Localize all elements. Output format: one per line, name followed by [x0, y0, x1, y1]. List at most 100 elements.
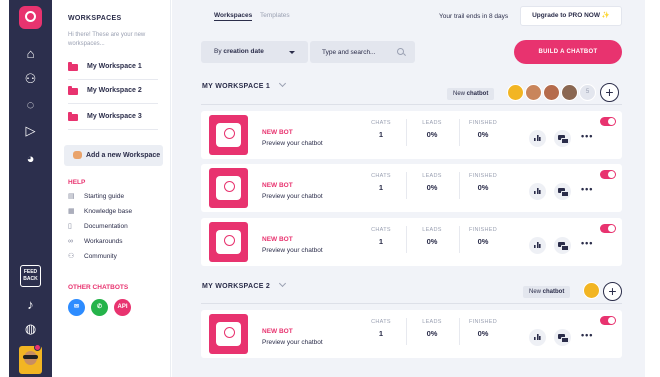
stat-value: 0% — [426, 183, 438, 192]
member-avatar[interactable] — [583, 282, 600, 299]
panel-hint: Hi there! These are your new workspaces.… — [68, 32, 146, 47]
member-avatar[interactable] — [507, 84, 524, 101]
build-chatbot-button[interactable]: BUILD A CHATBOT — [514, 40, 622, 64]
add-workspace-button[interactable]: Add a new Workspace — [64, 145, 163, 166]
folder-icon — [68, 86, 78, 95]
help-item-knowledge-base[interactable]: ▦ Knowledge base — [68, 207, 132, 216]
bot-card[interactable]: NEW BOT Preview your chatbot CHATS 1 LEAD… — [201, 310, 622, 358]
pie-chart-icon[interactable]: ◕ — [22, 150, 39, 167]
chats-stat: CHATS 1 — [353, 227, 409, 246]
stat-value: 0% — [477, 130, 489, 139]
help-item-documentation[interactable]: ▯ Documentation — [68, 222, 128, 231]
bot-preview-link[interactable]: Preview your chatbot — [262, 247, 323, 254]
app-logo[interactable] — [19, 6, 42, 29]
bot-preview-link[interactable]: Preview your chatbot — [262, 193, 323, 200]
member-count-badge[interactable]: 5 — [579, 84, 596, 101]
tab-templates[interactable]: Templates — [260, 12, 290, 19]
sort-dropdown[interactable]: By creation date — [201, 41, 308, 63]
help-item-workarounds[interactable]: ∞ Workarounds — [68, 237, 123, 246]
bot-card[interactable]: NEW BOT Preview your chatbot CHATS 1 LEAD… — [201, 164, 622, 212]
bot-preview-link[interactable]: Preview your chatbot — [262, 339, 323, 346]
tab-workspaces[interactable]: Workspaces — [214, 12, 253, 21]
leads-stat: LEADS 0% — [404, 319, 460, 338]
bot-active-toggle[interactable] — [600, 170, 616, 179]
hand-icon — [73, 151, 82, 159]
stat-value: 0% — [477, 237, 489, 246]
analytics-icon[interactable] — [529, 130, 546, 147]
finished-stat: FINISHED 0% — [455, 227, 511, 246]
member-avatar[interactable] — [561, 84, 578, 101]
workspace-item-3[interactable]: My Workspace 3 — [68, 112, 158, 130]
chevron-down-icon[interactable] — [279, 79, 287, 88]
api-button[interactable]: API — [114, 299, 131, 316]
analytics-icon[interactable] — [529, 329, 546, 346]
bot-thumbnail[interactable] — [209, 314, 248, 354]
help-item-community[interactable]: ⚇ Community — [68, 252, 117, 261]
more-options-button[interactable]: ••• — [581, 185, 593, 194]
chats-stat: CHATS 1 — [353, 319, 409, 338]
bot-thumbnail[interactable] — [209, 168, 248, 208]
analytics-icon[interactable] — [529, 183, 546, 200]
chat-bubble-icon[interactable]: ◌ — [22, 96, 39, 113]
new-chatbot-button[interactable]: New chatbot — [523, 286, 571, 298]
bot-name[interactable]: NEW BOT — [262, 236, 293, 243]
bot-active-toggle[interactable] — [600, 316, 616, 325]
conversations-icon[interactable] — [554, 130, 571, 147]
bot-thumbnail[interactable] — [209, 115, 248, 155]
stat-label: LEADS — [422, 173, 442, 179]
globe-icon[interactable]: ◍ — [22, 320, 39, 337]
conversations-icon[interactable] — [554, 183, 571, 200]
new-bold: chatbot — [466, 91, 489, 97]
bell-icon[interactable]: ♪ — [22, 296, 39, 313]
bot-active-toggle[interactable] — [600, 224, 616, 233]
leads-stat: LEADS 0% — [404, 227, 460, 246]
home-icon[interactable]: ⌂ — [22, 45, 39, 62]
section-divider — [201, 104, 622, 105]
stat-label: LEADS — [422, 120, 442, 126]
users-icon[interactable]: ⚇ — [22, 70, 39, 87]
new-chatbot-button[interactable]: New chatbot — [447, 88, 495, 100]
bot-preview-link[interactable]: Preview your chatbot — [262, 140, 323, 147]
analytics-icon[interactable] — [529, 237, 546, 254]
add-member-button[interactable]: + — [600, 83, 619, 102]
workspace-header-1[interactable]: MY WORKSPACE 1 — [202, 79, 287, 90]
bot-name[interactable]: NEW BOT — [262, 129, 293, 136]
workspace-header-2[interactable]: MY WORKSPACE 2 — [202, 279, 287, 290]
trial-notice: Your trail ends in 8 days — [439, 13, 509, 20]
sort-prefix: By — [214, 48, 224, 55]
workspace-label: My Workspace 3 — [87, 113, 142, 120]
new-bold: chatbot — [542, 289, 565, 295]
messenger-icon[interactable]: ✉ — [68, 299, 85, 316]
bot-thumbnail[interactable] — [209, 222, 248, 262]
more-options-button[interactable]: ••• — [581, 132, 593, 141]
member-avatar[interactable] — [543, 84, 560, 101]
help-item-starting-guide[interactable]: ▤ Starting guide — [68, 192, 124, 201]
conversations-icon[interactable] — [554, 237, 571, 254]
section-divider — [201, 303, 622, 304]
workspace-item-1[interactable]: My Workspace 1 — [68, 62, 158, 80]
bot-card[interactable]: NEW BOT Preview your chatbot CHATS 1 LEAD… — [201, 111, 622, 159]
more-options-button[interactable]: ••• — [581, 239, 593, 248]
stat-label: FINISHED — [468, 120, 498, 126]
add-member-button[interactable]: + — [603, 282, 622, 301]
conversations-icon[interactable] — [554, 329, 571, 346]
help-label: Community — [84, 253, 117, 260]
bot-card[interactable]: NEW BOT Preview your chatbot CHATS 1 LEAD… — [201, 218, 622, 266]
whatsapp-icon[interactable]: ✆ — [91, 299, 108, 316]
feedback-button[interactable]: FEED BACK — [20, 265, 41, 287]
broadcast-icon[interactable]: ▷ — [22, 122, 39, 139]
workspace-item-2[interactable]: My Workspace 2 — [68, 86, 158, 104]
stat-value: 1 — [378, 237, 384, 246]
bot-logo-icon — [216, 123, 241, 147]
bot-active-toggle[interactable] — [600, 117, 616, 126]
bot-name[interactable]: NEW BOT — [262, 182, 293, 189]
bot-name[interactable]: NEW BOT — [262, 328, 293, 335]
chevron-down-icon[interactable] — [279, 279, 287, 288]
stat-label: CHATS — [371, 319, 391, 325]
member-avatar[interactable] — [525, 84, 542, 101]
other-chatbots-title: OTHER CHATBOTS — [68, 284, 129, 291]
stat-label: FINISHED — [468, 319, 498, 325]
leads-stat: LEADS 0% — [404, 173, 460, 192]
upgrade-button[interactable]: Upgrade to PRO NOW ✨ — [520, 6, 622, 26]
more-options-button[interactable]: ••• — [581, 331, 593, 340]
